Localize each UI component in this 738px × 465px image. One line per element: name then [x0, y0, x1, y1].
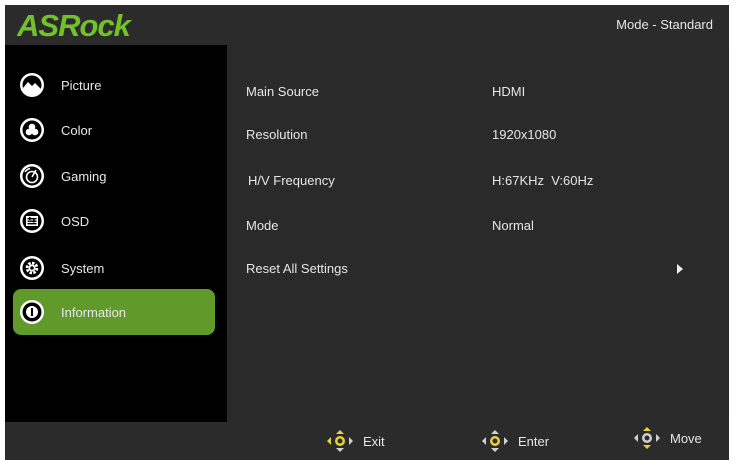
sidebar-item-label: Information — [61, 304, 127, 320]
sidebar-item-label: OSD — [61, 213, 90, 229]
resolution-value: 1920x1080 — [492, 127, 557, 142]
osd-icon — [19, 208, 45, 234]
reset-all-settings-item[interactable]: Reset All Settings — [246, 261, 348, 276]
main-source-label: Main Source — [246, 84, 319, 99]
move-label: Move — [670, 430, 702, 446]
bottom-bar: Exit Enter Move — [5, 422, 729, 460]
gaming-icon — [19, 163, 45, 189]
enter-label: Enter — [518, 433, 550, 449]
main-source-value: HDMI — [492, 84, 526, 99]
system-icon — [19, 255, 45, 281]
sidebar-item-label: Color — [61, 122, 93, 138]
sidebar-item-label: System — [61, 260, 105, 276]
top-bar: ASRock Mode - Standard — [5, 5, 729, 45]
sidebar-item-label: Picture — [61, 77, 102, 93]
sidebar-item-system[interactable]: System — [13, 247, 215, 289]
information-panel: Main Source HDMI Resolution 1920x1080 H/… — [227, 45, 729, 422]
dpad-enter-icon — [482, 430, 508, 452]
hv-frequency-value: H:67KHz V:60Hz — [492, 173, 594, 188]
sidebar-item-information[interactable]: Information — [13, 289, 215, 335]
sidebar: Picture Color Gaming OSD System Informat… — [5, 45, 227, 422]
picture-icon — [19, 72, 45, 98]
color-icon — [19, 117, 45, 143]
dpad-move-icon — [634, 427, 660, 449]
mode-label: Mode — [246, 218, 279, 233]
osd-window: ASRock Mode - Standard Picture Color Gam… — [5, 5, 729, 460]
enter-hint: Enter — [482, 430, 549, 452]
sidebar-item-label: Gaming — [61, 168, 107, 184]
asrock-logo: ASRock — [17, 10, 134, 40]
sidebar-item-color[interactable]: Color — [13, 109, 215, 151]
sidebar-item-osd[interactable]: OSD — [13, 200, 215, 242]
picture-mode-label: Mode - Standard — [616, 17, 713, 32]
information-icon — [19, 299, 45, 325]
exit-label: Exit — [363, 433, 385, 449]
sidebar-item-gaming[interactable]: Gaming — [13, 155, 215, 197]
chevron-right-icon[interactable] — [677, 264, 683, 274]
dpad-exit-icon — [327, 430, 353, 452]
svg-text:ASRock: ASRock — [17, 10, 133, 40]
sidebar-item-picture[interactable]: Picture — [13, 64, 215, 106]
exit-hint: Exit — [327, 430, 385, 452]
mode-value: Normal — [492, 218, 534, 233]
hv-frequency-label: H/V Frequency — [248, 173, 335, 188]
move-hint: Move — [634, 427, 702, 449]
resolution-label: Resolution — [246, 127, 308, 142]
